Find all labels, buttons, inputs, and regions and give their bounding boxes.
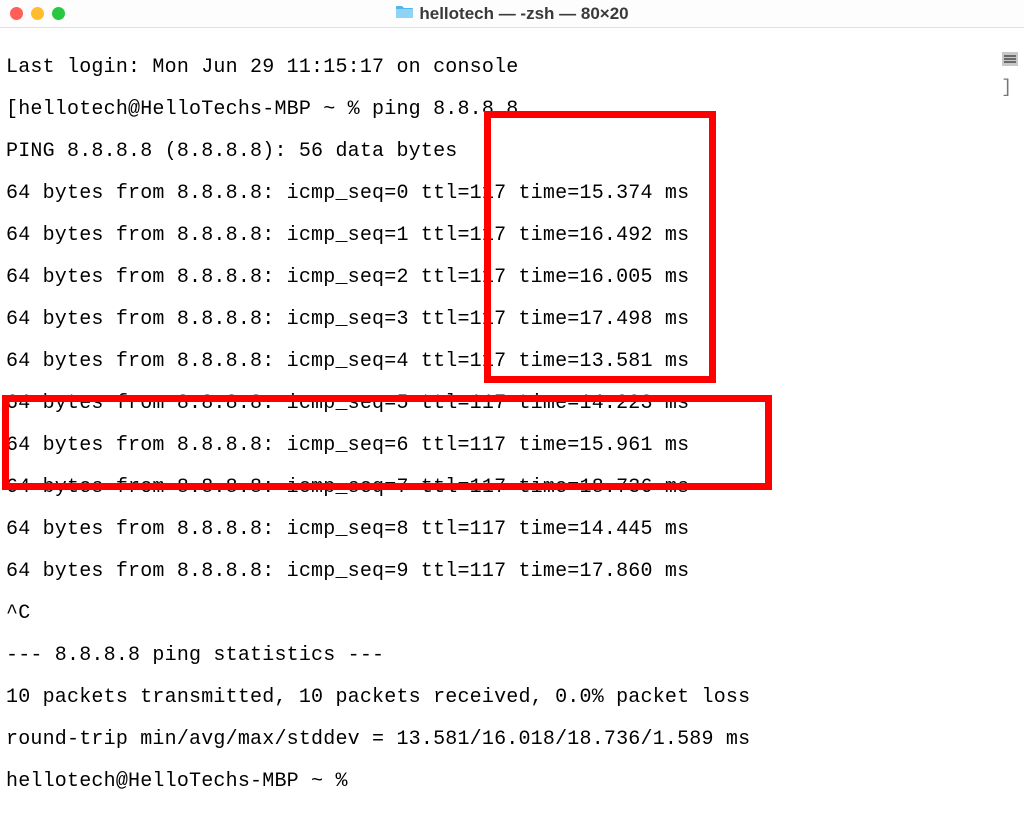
prompt-line: [hellotech@HelloTechs-MBP ~ % ping 8.8.8…	[6, 99, 1018, 120]
hamburger-icon[interactable]	[1002, 52, 1018, 66]
window-title: hellotech — -zsh — 80×20	[419, 4, 628, 24]
ping-reply-line: 64 bytes from 8.8.8.8: icmp_seq=1 ttl=11…	[6, 225, 1018, 246]
last-login-line: Last login: Mon Jun 29 11:15:17 on conso…	[6, 57, 1018, 78]
minimize-window-button[interactable]	[31, 7, 44, 20]
ping-reply-line: 64 bytes from 8.8.8.8: icmp_seq=5 ttl=11…	[6, 393, 1018, 414]
ping-reply-line: 64 bytes from 8.8.8.8: icmp_seq=2 ttl=11…	[6, 267, 1018, 288]
ping-reply-line: 64 bytes from 8.8.8.8: icmp_seq=0 ttl=11…	[6, 183, 1018, 204]
ping-reply-line: 64 bytes from 8.8.8.8: icmp_seq=9 ttl=11…	[6, 561, 1018, 582]
ping-reply-line: 64 bytes from 8.8.8.8: icmp_seq=7 ttl=11…	[6, 477, 1018, 498]
folder-icon	[395, 5, 413, 23]
maximize-window-button[interactable]	[52, 7, 65, 20]
ping-header-line: PING 8.8.8.8 (8.8.8.8): 56 data bytes	[6, 141, 1018, 162]
ping-reply-line: 64 bytes from 8.8.8.8: icmp_seq=6 ttl=11…	[6, 435, 1018, 456]
ping-reply-line: 64 bytes from 8.8.8.8: icmp_seq=4 ttl=11…	[6, 351, 1018, 372]
interrupt-line: ^C	[6, 603, 1018, 624]
close-window-button[interactable]	[10, 7, 23, 20]
ping-reply-line: 64 bytes from 8.8.8.8: icmp_seq=8 ttl=11…	[6, 519, 1018, 540]
traffic-lights	[10, 7, 65, 20]
stats-packets-line: 10 packets transmitted, 10 packets recei…	[6, 687, 1018, 708]
prompt-line: hellotech@HelloTechs-MBP ~ %	[6, 771, 1018, 792]
window-titlebar: hellotech — -zsh — 80×20	[0, 0, 1024, 28]
stats-rtt-line: round-trip min/avg/max/stddev = 13.581/1…	[6, 729, 1018, 750]
right-bracket-glyph: ]	[1001, 78, 1012, 98]
ping-reply-line: 64 bytes from 8.8.8.8: icmp_seq=3 ttl=11…	[6, 309, 1018, 330]
terminal-output[interactable]: Last login: Mon Jun 29 11:15:17 on conso…	[0, 28, 1024, 821]
stats-header-line: --- 8.8.8.8 ping statistics ---	[6, 645, 1018, 666]
